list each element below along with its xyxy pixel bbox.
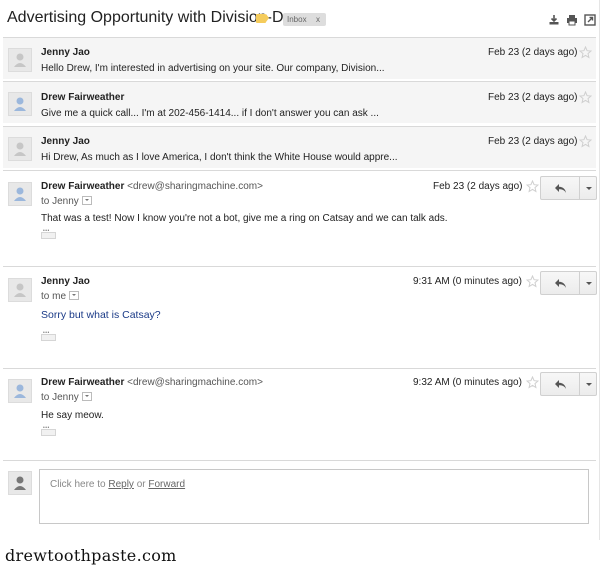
avatar xyxy=(8,278,32,302)
show-trimmed-content-button[interactable] xyxy=(41,228,56,239)
watermark-text: drewtoothpaste.com xyxy=(5,546,177,565)
reply-link[interactable]: Reply xyxy=(108,479,134,490)
default-avatar-icon xyxy=(14,142,26,156)
recipient-line[interactable]: to Jenny xyxy=(41,391,92,403)
message-date: 9:32 AM (0 minutes ago) xyxy=(413,377,522,388)
message-expanded-3: Drew Fairweather <drew@sharingmachine.co… xyxy=(3,368,597,460)
message-snippet: Hi Drew, As much as I love America, I do… xyxy=(41,152,398,163)
default-avatar-icon xyxy=(14,283,26,297)
chevron-down-icon[interactable] xyxy=(81,391,92,401)
recipient-text: to Jenny xyxy=(41,196,79,207)
print-icon[interactable] xyxy=(566,14,578,26)
email-thread-view: Advertising Opportunity with Division-D … xyxy=(0,0,600,540)
star-icon[interactable] xyxy=(526,180,539,193)
more-options-button[interactable] xyxy=(579,271,597,295)
chevron-down-icon[interactable] xyxy=(81,195,92,205)
collapsed-message-1[interactable]: Jenny Jao Hello Drew, I'm interested in … xyxy=(3,37,596,79)
message-body: Sorry but what is Catsay? xyxy=(41,309,161,321)
sender-name: Jenny Jao xyxy=(41,276,90,287)
reply-input-box[interactable]: Click here to Reply or Forward xyxy=(39,469,589,524)
recipient-line[interactable]: to me xyxy=(41,290,80,302)
label-tag-icon[interactable] xyxy=(256,14,269,23)
sender-name-text: Jenny Jao xyxy=(41,276,90,287)
reply-button-group xyxy=(540,176,597,200)
message-snippet: Hello Drew, I'm interested in advertisin… xyxy=(41,63,385,74)
chevron-down-icon[interactable] xyxy=(69,290,80,300)
expand-all-icon[interactable] xyxy=(548,14,560,26)
sender-email: <drew@sharingmachine.com> xyxy=(127,181,263,192)
sender-name-text: Drew Fairweather xyxy=(41,181,125,192)
recipient-line[interactable]: to Jenny xyxy=(41,195,92,207)
avatar xyxy=(8,182,32,206)
star-icon[interactable] xyxy=(579,91,592,104)
reply-arrow-icon xyxy=(555,184,566,193)
reply-prompt: Click here to Reply or Forward xyxy=(50,479,185,490)
default-avatar-icon xyxy=(14,384,26,398)
default-avatar-icon xyxy=(14,53,26,67)
message-date: Feb 23 (2 days ago) xyxy=(488,92,578,103)
collapsed-message-2[interactable]: Drew Fairweather Give me a quick call...… xyxy=(3,81,596,123)
sender-name-text: Drew Fairweather xyxy=(41,377,125,388)
sender-email: <drew@sharingmachine.com> xyxy=(127,377,263,388)
sender-name: Drew Fairweather <drew@sharingmachine.co… xyxy=(41,181,263,192)
inbox-label-text: Inbox xyxy=(287,15,307,24)
show-trimmed-content-button[interactable] xyxy=(41,330,56,341)
message-body: That was a test! Now I know you're not a… xyxy=(41,213,448,224)
avatar xyxy=(8,92,32,116)
thread-subject: Advertising Opportunity with Division-D xyxy=(7,9,284,26)
show-trimmed-content-button[interactable] xyxy=(41,425,56,436)
reply-arrow-icon xyxy=(555,279,566,288)
reply-button[interactable] xyxy=(540,176,580,200)
default-avatar-icon xyxy=(14,97,26,111)
sender-name: Drew Fairweather <drew@sharingmachine.co… xyxy=(41,377,263,388)
reply-button[interactable] xyxy=(540,271,580,295)
message-body: He say meow. xyxy=(41,410,104,421)
message-date: Feb 23 (2 days ago) xyxy=(488,47,578,58)
more-options-button[interactable] xyxy=(579,176,597,200)
message-expanded-1: Drew Fairweather <drew@sharingmachine.co… xyxy=(3,170,597,266)
remove-label-button[interactable]: x xyxy=(316,13,320,26)
reply-prompt-or: or xyxy=(133,479,149,490)
reply-button[interactable] xyxy=(540,372,580,396)
reply-button-group xyxy=(540,271,597,295)
reply-button-group xyxy=(540,372,597,396)
forward-link[interactable]: Forward xyxy=(148,479,185,490)
new-window-icon[interactable] xyxy=(584,14,596,26)
star-icon[interactable] xyxy=(526,376,539,389)
message-date: Feb 23 (2 days ago) xyxy=(488,136,578,147)
message-expanded-2: Jenny Jao 9:31 AM (0 minutes ago) to me … xyxy=(3,266,597,368)
sender-name: Jenny Jao xyxy=(41,47,90,58)
sender-name: Drew Fairweather xyxy=(41,92,125,103)
sender-name: Jenny Jao xyxy=(41,136,90,147)
more-options-button[interactable] xyxy=(579,372,597,396)
message-date: 9:31 AM (0 minutes ago) xyxy=(413,276,522,287)
star-icon[interactable] xyxy=(579,135,592,148)
reply-prompt-prefix: Click here to xyxy=(50,479,109,490)
avatar xyxy=(8,137,32,161)
avatar xyxy=(8,379,32,403)
star-icon[interactable] xyxy=(526,275,539,288)
avatar xyxy=(8,48,32,72)
collapsed-message-3[interactable]: Jenny Jao Hi Drew, As much as I love Ame… xyxy=(3,126,596,168)
recipient-text: to Jenny xyxy=(41,392,79,403)
inbox-label-chip[interactable]: Inbox x xyxy=(283,13,326,26)
default-avatar-icon xyxy=(14,187,26,201)
message-date: Feb 23 (2 days ago) xyxy=(433,181,523,192)
reply-separator xyxy=(3,460,596,461)
current-user-avatar xyxy=(8,471,32,495)
default-avatar-icon xyxy=(14,476,26,490)
star-icon[interactable] xyxy=(579,46,592,59)
reply-arrow-icon xyxy=(555,380,566,389)
recipient-text: to me xyxy=(41,291,67,302)
message-snippet: Give me a quick call... I'm at 202-456-1… xyxy=(41,108,379,119)
